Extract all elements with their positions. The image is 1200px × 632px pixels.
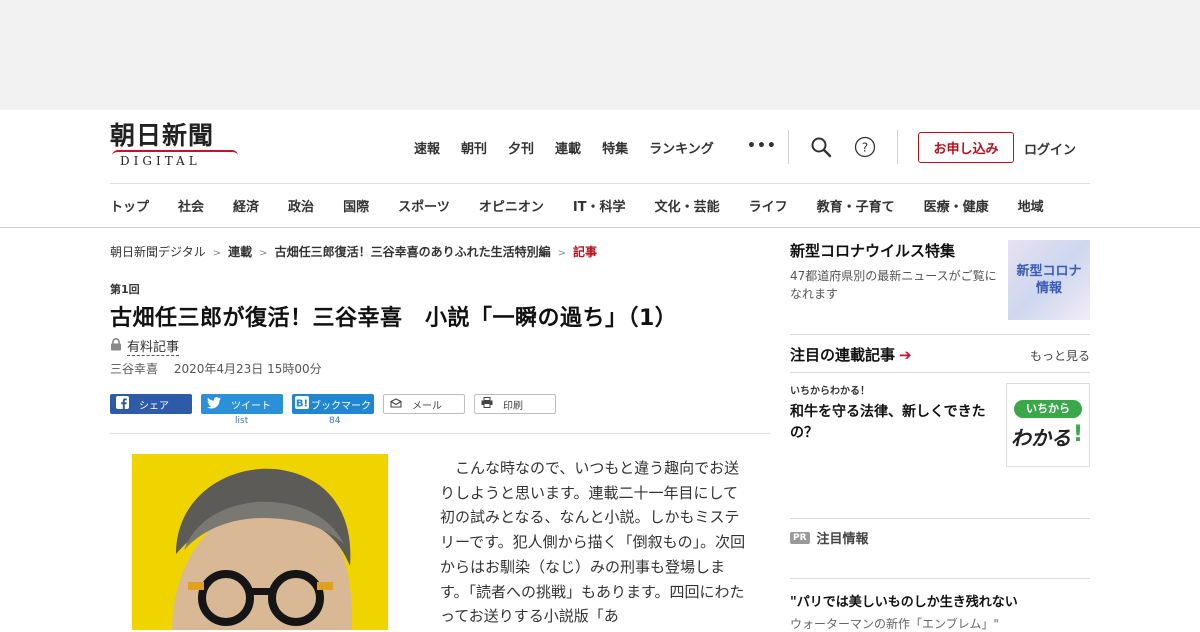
paid-article-label: 有料記事 xyxy=(110,336,180,356)
mail-icon xyxy=(390,397,402,411)
breadcrumb-separator: > xyxy=(212,248,222,259)
subscribe-button[interactable]: お申し込み xyxy=(918,132,1014,163)
nav-divider xyxy=(897,130,898,164)
category-item-region[interactable]: 地域 xyxy=(1018,196,1044,215)
more-menu-button[interactable]: ••• xyxy=(747,138,777,154)
facebook-icon xyxy=(116,396,129,412)
site-header: 朝日新聞 DIGITAL 速報 朝刊 夕刊 連載 特集 ランキング ••• ? … xyxy=(0,110,1200,228)
corona-thumbnail-label: 新型コロナ 情報 xyxy=(1016,264,1082,296)
corona-thumbnail[interactable]: 新型コロナ 情報 xyxy=(1008,240,1090,320)
nav-item-serial[interactable]: 連載 xyxy=(555,138,581,157)
article-body: こんな時なので、いつもと違う趣向でお送りしようと思います。連載二十一年目にして初… xyxy=(440,459,746,626)
print-label: 印刷 xyxy=(503,400,523,412)
see-more-link[interactable]: もっと見る xyxy=(1030,347,1090,364)
paid-label-text[interactable]: 有料記事 xyxy=(127,336,180,356)
breadcrumb-separator: > xyxy=(259,248,268,259)
category-item-it-science[interactable]: IT・科学 xyxy=(573,196,626,215)
publish-date: 2020年4月23日 15時00分 xyxy=(173,362,322,376)
pr-item-headline[interactable]: "パリでは美しいものしか生き残れない xyxy=(790,591,1090,610)
category-item-top[interactable]: トップ xyxy=(110,196,149,215)
twitter-icon xyxy=(207,396,221,412)
pr-item-subtext: ウォーターマンの新作「エンブレム」" xyxy=(790,617,999,631)
corona-feature-description: 47都道府県別の最新ニュースがご覧になれます xyxy=(790,269,997,301)
breadcrumb-current: 記事 xyxy=(572,245,597,259)
svg-text:?: ? xyxy=(862,141,868,155)
sidebar-divider xyxy=(790,334,1090,335)
top-nav: 速報 朝刊 夕刊 連載 特集 ランキング xyxy=(414,138,735,157)
category-item-society[interactable]: 社会 xyxy=(178,196,204,215)
facebook-share-button[interactable]: シェア xyxy=(110,394,192,414)
hatena-bookmark-button[interactable]: B! ブックマーク xyxy=(292,394,374,414)
author-photo xyxy=(132,454,388,630)
header-divider xyxy=(110,183,1090,184)
category-item-international[interactable]: 国際 xyxy=(343,196,369,215)
sidebar-divider xyxy=(790,372,1090,373)
nav-item-morning[interactable]: 朝刊 xyxy=(461,138,487,157)
arrow-right-icon: ➔ xyxy=(899,346,912,364)
breadcrumb-item[interactable]: 朝日新聞デジタル xyxy=(110,245,206,259)
article-divider xyxy=(110,433,770,434)
article-kicker: 第1回 xyxy=(110,283,140,296)
mail-share-label: メール xyxy=(412,400,442,412)
category-item-life[interactable]: ライフ xyxy=(749,196,788,215)
article-title: 古畑任三郎が復活！三谷幸喜 小説「一瞬の過ち」（1） xyxy=(110,306,678,331)
breadcrumb: 朝日新聞デジタル > 連載 > 古畑任三郎復活！三谷幸喜のありふれた生活特別編 > 記事 xyxy=(110,243,597,260)
printer-icon xyxy=(481,397,493,411)
twitter-share-count[interactable]: list xyxy=(235,416,248,426)
exclamation-icon: ! xyxy=(1073,422,1084,447)
article-byline: 三谷幸喜 2020年4月23日 15時00分 xyxy=(110,360,322,377)
site-logo[interactable]: 朝日新聞 DIGITAL xyxy=(110,122,245,172)
corona-feature[interactable]: 新型コロナウイルス特集 47都道府県別の最新ニュースがご覧になれます 新型コロナ… xyxy=(790,240,1090,325)
nav-item-evening[interactable]: 夕刊 xyxy=(508,138,534,157)
search-icon[interactable] xyxy=(810,136,832,158)
ad-banner-area xyxy=(0,0,1200,110)
badge-main-text: わかる xyxy=(1011,426,1071,450)
category-item-politics[interactable]: 政治 xyxy=(288,196,314,215)
hatena-bookmark-count[interactable]: 84 xyxy=(329,416,340,426)
featured-serials-header: 注目の連載記事 ➔ もっと見る xyxy=(790,344,1090,365)
nav-item-ranking[interactable]: ランキング xyxy=(649,138,714,157)
breadcrumb-separator: > xyxy=(557,248,566,259)
sidebar-divider xyxy=(790,578,1090,579)
category-item-economy[interactable]: 経済 xyxy=(233,196,259,215)
sidebar-divider xyxy=(790,518,1090,519)
facebook-share-label: シェア xyxy=(139,400,169,412)
category-item-health[interactable]: 医療・健康 xyxy=(924,196,989,215)
svg-text:B!: B! xyxy=(296,399,308,410)
logo-japanese: 朝日新聞 xyxy=(110,121,215,150)
nav-item-breaking[interactable]: 速報 xyxy=(414,138,440,157)
hatena-share-label: ブックマーク xyxy=(311,400,371,412)
author-name: 三谷幸喜 xyxy=(110,362,159,376)
pr-badge: PR xyxy=(790,531,810,544)
ichikara-wakaru-badge[interactable]: いちから わかる ! xyxy=(1006,383,1090,467)
category-item-culture[interactable]: 文化・芸能 xyxy=(655,196,720,215)
twitter-share-label: ツイート xyxy=(231,400,271,412)
badge-top-text: いちから xyxy=(1014,400,1082,418)
category-item-education[interactable]: 教育・子育て xyxy=(817,196,895,215)
lock-icon xyxy=(110,337,122,355)
logo-arc xyxy=(112,150,238,156)
hatena-icon: B! xyxy=(295,396,309,412)
help-icon[interactable]: ? xyxy=(854,136,876,158)
breadcrumb-item[interactable]: 古畑任三郎復活！三谷幸喜のありふれた生活特別編 xyxy=(275,245,551,259)
login-link[interactable]: ログイン xyxy=(1024,139,1076,158)
twitter-share-button[interactable]: ツイート xyxy=(201,394,283,414)
serial-item-headline[interactable]: 和牛を守る法律、新しくできたの？ xyxy=(790,402,1002,444)
pr-section-header: PR 注目情報 xyxy=(790,528,869,547)
pr-item[interactable]: "パリでは美しいものしか生き残れない ウォーターマンの新作「エンブレム」" xyxy=(790,591,1090,632)
print-button[interactable]: 印刷 xyxy=(474,394,556,414)
pr-section-title: 注目情報 xyxy=(816,532,869,547)
nav-divider xyxy=(788,130,789,164)
nav-item-feature[interactable]: 特集 xyxy=(602,138,628,157)
category-nav: トップ 社会 経済 政治 国際 スポーツ オピニオン IT・科学 文化・芸能 ラ… xyxy=(110,196,1100,215)
breadcrumb-item[interactable]: 連載 xyxy=(228,245,252,259)
mail-share-button[interactable]: メール xyxy=(383,394,465,414)
category-item-opinion[interactable]: オピニオン xyxy=(479,196,544,215)
featured-serials-title: 注目の連載記事 xyxy=(790,346,896,364)
category-item-sports[interactable]: スポーツ xyxy=(398,196,450,215)
share-buttons: シェア ツイート B! ブックマーク メール 印刷 xyxy=(110,394,565,414)
logo-english: DIGITAL xyxy=(120,154,201,168)
